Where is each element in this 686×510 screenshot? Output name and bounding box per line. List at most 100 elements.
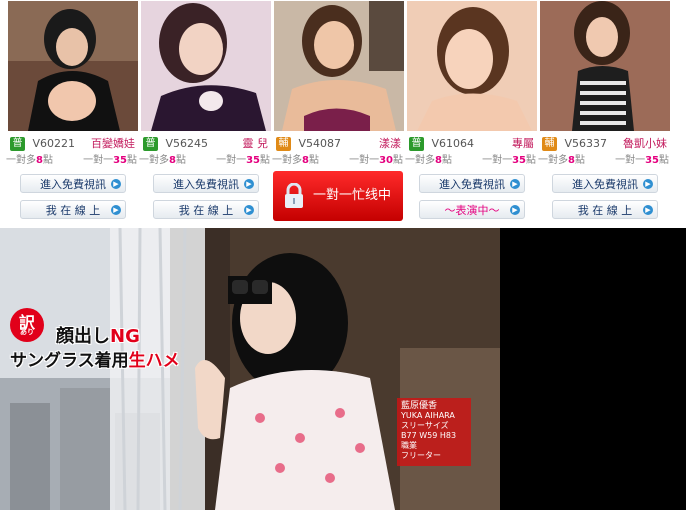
price-private-value: 35 (645, 155, 659, 166)
free-video-button[interactable]: 進入免費視訊 ▶ (419, 174, 525, 193)
price-row: 一對多8點 一對一35點 (405, 154, 538, 168)
performer-photo[interactable] (274, 1, 404, 131)
level-badge: 輔 (542, 137, 557, 151)
profile-name-jp: 藍原優香 (401, 401, 438, 411)
performer-card-row: 普 V60221 百變嬌娃 一對多8點 一對一35點 進入免費視訊 ▶ 我 在 線… (6, 0, 674, 228)
price-group-value: 8 (568, 155, 575, 166)
level-badge: 普 (409, 137, 424, 151)
free-video-label: 進入免費視訊 (572, 178, 638, 191)
price-unit: 點 (260, 155, 270, 166)
price-unit: 點 (441, 155, 452, 166)
performer-card: 輔 V56337 魯凱小妹 一對多8點 一對一35點 進入免費視訊 ▶ 我 在 線… (538, 0, 671, 228)
price-private-label: 一對一 (83, 155, 114, 166)
online-status-label: 我 在 線 上 (577, 204, 633, 217)
price-private-value: 35 (246, 155, 260, 166)
price-unit: 點 (574, 155, 585, 166)
price-private-value: 30 (379, 155, 393, 166)
performer-id: V56337 (564, 137, 608, 150)
price-group-value: 8 (36, 155, 43, 166)
free-video-button[interactable]: 進入免費視訊 ▶ (153, 174, 259, 193)
price-private-label: 一對一 (216, 155, 247, 166)
performer-id: V56245 (165, 137, 209, 150)
performer-photo[interactable] (141, 1, 271, 131)
price-unit: 點 (42, 155, 53, 166)
arrow-right-icon: ▶ (244, 179, 254, 189)
busy-status-label: 一對一忙线中 (313, 188, 392, 203)
price-group-label: 一對多 (6, 155, 36, 166)
performer-card: 輔 V54087 漾漾 一對多8點 一對一30點 一對一忙线中 (272, 0, 405, 228)
price-unit: 點 (175, 155, 186, 166)
arrow-right-icon: ▶ (510, 205, 520, 215)
lock-icon (285, 183, 303, 208)
online-status-button[interactable]: 我 在 線 上 ▶ (552, 200, 658, 219)
price-private-value: 35 (113, 155, 127, 166)
performer-photo[interactable] (407, 1, 537, 131)
price-row: 一對多8點 一對一35點 (538, 154, 671, 168)
caption-line-1: 顔出しNG (56, 322, 140, 348)
performing-status-button[interactable]: ～表演中～ ▶ (419, 200, 525, 219)
price-group-value: 8 (302, 155, 309, 166)
free-video-button[interactable]: 進入免費視訊 ▶ (20, 174, 126, 193)
reason-badge-sub: あり (20, 328, 34, 336)
price-unit: 點 (127, 155, 137, 166)
performer-card: 普 V60221 百變嬌娃 一對多8點 一對一35點 進入免費視訊 ▶ 我 在 線… (6, 0, 139, 228)
profile-name-en: YUKA AIHARA (401, 411, 455, 420)
arrow-right-icon: ▶ (111, 205, 121, 215)
price-group-label: 一對多 (272, 155, 302, 166)
performer-id-row: 普 V61064 專屬 (407, 136, 538, 152)
price-unit: 點 (308, 155, 319, 166)
profile-card: 藍原優香 YUKA AIHARA スリーサイズ B77 W59 H83 職業 フ… (397, 398, 471, 466)
price-private-label: 一對一 (482, 155, 513, 166)
performer-card: 普 V61064 專屬 一對多8點 一對一35點 進入免費視訊 ▶ ～表演中～ ▶ (405, 0, 538, 228)
profile-size-value: B77 W59 H83 (401, 431, 457, 440)
level-badge: 普 (143, 137, 158, 151)
price-row: 一對多8點 一對一35點 (6, 154, 139, 168)
price-unit: 點 (659, 155, 669, 166)
performer-photo[interactable] (540, 1, 670, 131)
price-private-label: 一對一 (349, 155, 380, 166)
performer-name[interactable]: 百變嬌娃 (91, 136, 135, 152)
performer-id-row: 普 V56245 靈 兒 (141, 136, 272, 152)
caption-line-2: サングラス着用生ハメ (10, 346, 180, 371)
online-status-button[interactable]: 我 在 線 上 ▶ (153, 200, 259, 219)
banner-ad[interactable]: 訳あり 顔出しNG サングラス着用生ハメ 藍原優香 YUKA AIHARA スリ… (0, 228, 686, 510)
caption-line-2-text: サングラス着用 (10, 351, 129, 371)
performer-id-row: 輔 V54087 漾漾 (274, 136, 405, 152)
price-group-label: 一對多 (405, 155, 435, 166)
price-row: 一對多8點 一對一35點 (139, 154, 272, 168)
price-unit: 點 (526, 155, 536, 166)
performer-id: V54087 (298, 137, 342, 150)
performer-card: 普 V56245 靈 兒 一對多8點 一對一35點 進入免費視訊 ▶ 我 在 線 … (139, 0, 272, 228)
price-private-value: 35 (512, 155, 526, 166)
caption-line-1-highlight: NG (110, 326, 140, 347)
arrow-right-icon: ▶ (244, 205, 254, 215)
free-video-label: 進入免費視訊 (40, 178, 106, 191)
profile-size-label: スリーサイズ (401, 421, 449, 430)
price-group-label: 一對多 (538, 155, 568, 166)
performer-name[interactable]: 專屬 (512, 136, 534, 152)
profile-job-label: 職業 (401, 441, 417, 450)
price-group-label: 一對多 (139, 155, 169, 166)
caption-line-1-text: 顔出し (56, 326, 110, 347)
performer-id-row: 輔 V56337 魯凱小妹 (540, 136, 671, 152)
online-status-label: 我 在 線 上 (178, 204, 234, 217)
performer-name[interactable]: 魯凱小妹 (623, 136, 667, 152)
price-group-value: 8 (435, 155, 442, 166)
reason-badge: 訳あり (10, 308, 44, 342)
busy-status-button[interactable]: 一對一忙线中 (273, 171, 403, 221)
profile-job-value: フリーター (401, 451, 441, 460)
performer-name[interactable]: 靈 兒 (243, 136, 269, 152)
level-badge: 普 (10, 137, 25, 151)
level-badge: 輔 (276, 137, 291, 151)
online-status-label: 我 在 線 上 (45, 204, 101, 217)
online-status-button[interactable]: 我 在 線 上 ▶ (20, 200, 126, 219)
price-unit: 點 (393, 155, 403, 166)
free-video-label: 進入免費視訊 (439, 178, 505, 191)
performing-status-label: ～表演中～ (444, 204, 500, 217)
free-video-button[interactable]: 進入免費視訊 ▶ (552, 174, 658, 193)
performer-id: V60221 (32, 137, 76, 150)
arrow-right-icon: ▶ (643, 205, 653, 215)
price-group-value: 8 (169, 155, 176, 166)
performer-photo[interactable] (8, 1, 138, 131)
performer-name[interactable]: 漾漾 (379, 136, 401, 152)
